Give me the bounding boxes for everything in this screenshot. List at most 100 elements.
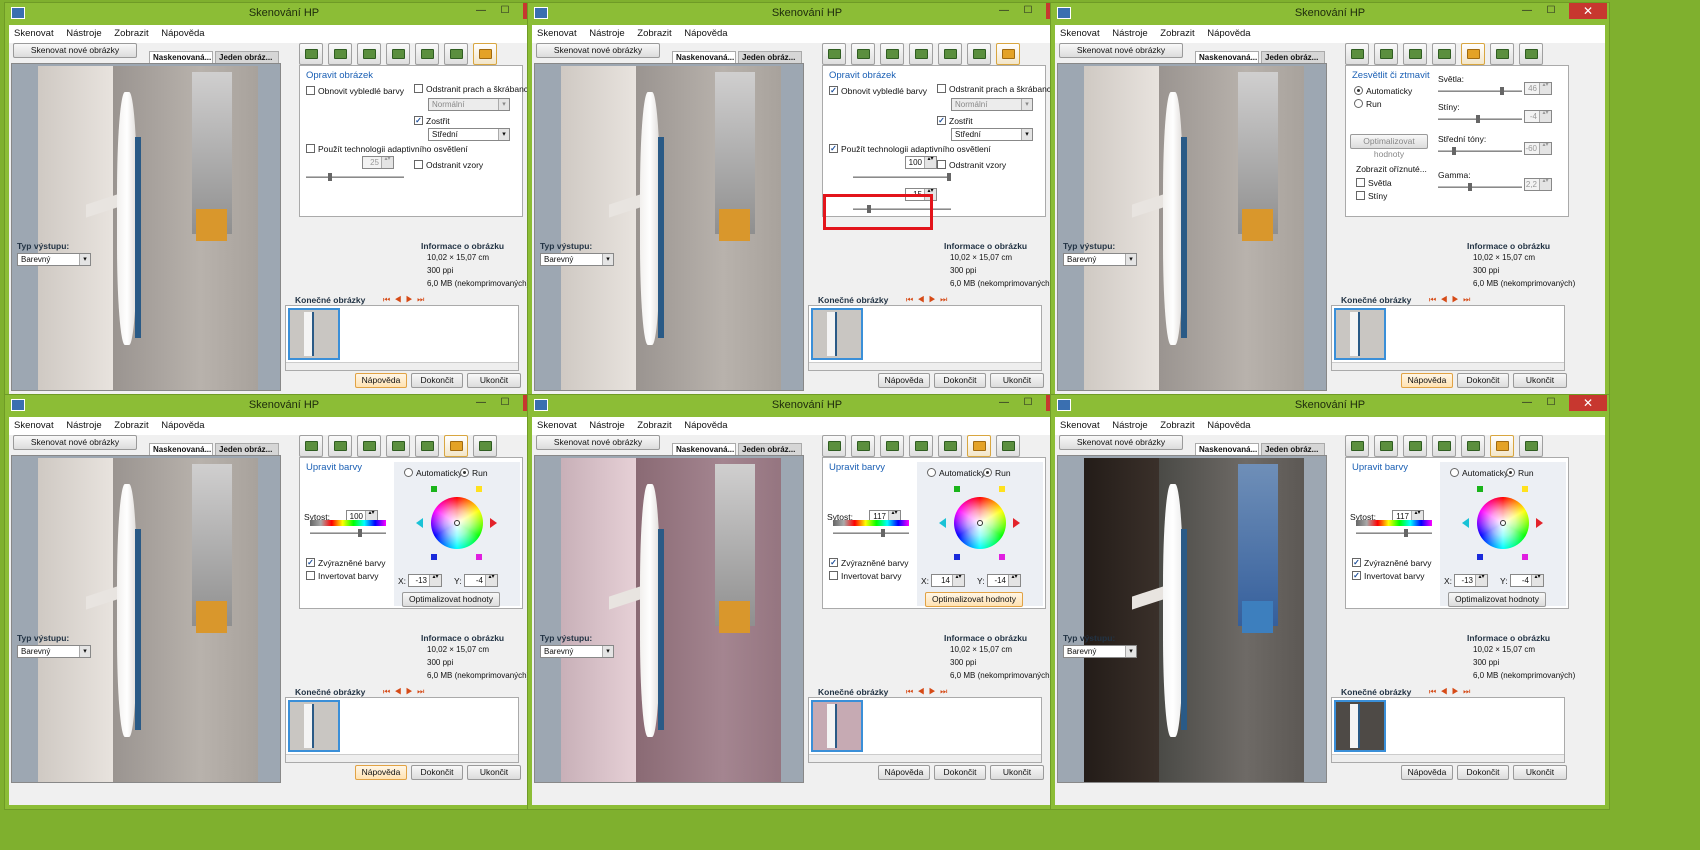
crop-icon[interactable] [1403,435,1427,457]
cyan-arrow-icon[interactable] [416,518,423,528]
scan-new-button[interactable]: Skenovat nové obrázky [536,43,660,58]
minimize-button[interactable]: — [1515,3,1539,19]
dust-checkbox[interactable] [414,84,423,93]
dust-level-select[interactable]: Normální [951,98,1033,111]
menu-help[interactable]: Nápověda [679,417,732,431]
scan-new-button[interactable]: Skenovat nové obrázky [13,43,137,58]
menu-view[interactable]: Zobrazit [109,25,153,39]
red-arrow-icon[interactable] [490,518,497,528]
thumb-nav-icons[interactable]: ⏮ ◀ ▶ ⏭ [1429,687,1471,697]
minimize-button[interactable]: — [992,395,1016,411]
red-arrow-icon[interactable] [1536,518,1543,528]
finish-button[interactable]: Dokončit [411,373,463,388]
fix-image-icon[interactable] [473,435,497,457]
menu-help[interactable]: Nápověda [1202,25,1255,39]
tab-single-image[interactable]: Jeden obráz... [215,51,279,63]
crop-select-icon[interactable] [328,435,352,457]
maximize-button[interactable]: ☐ [1539,395,1563,411]
menu-tools[interactable]: Nástroje [61,417,106,431]
scan-new-button[interactable]: Skenovat nové obrázky [536,435,660,450]
output-type-select[interactable]: Barevný [17,253,91,266]
tab-single-image[interactable]: Jeden obráz... [215,443,279,455]
dust-checkbox[interactable] [937,84,946,93]
thumbnail[interactable] [1334,700,1386,752]
exit-button[interactable]: Ukončit [467,765,521,780]
image-tool-icon[interactable] [822,435,846,457]
finish-button[interactable]: Dokončit [934,765,986,780]
thumbnail[interactable] [288,700,340,752]
thumbnail-scrollbar[interactable] [286,754,518,762]
menu-view[interactable]: Zobrazit [1155,417,1199,431]
vivid-colors-checkbox[interactable]: ✓ [1352,558,1361,567]
clip-highlights-checkbox[interactable] [1356,178,1365,187]
thumbnail-scrollbar[interactable] [1332,754,1564,762]
saturation-slider[interactable] [310,529,386,537]
auto-radio[interactable] [927,468,936,477]
output-type-select[interactable]: Barevný [540,645,614,658]
crop-icon[interactable] [357,43,381,65]
output-type-select[interactable]: Barevný [540,253,614,266]
adjust-colors-icon[interactable] [1490,43,1514,65]
menu-scan[interactable]: Skenovat [532,25,582,39]
invert-colors-checkbox[interactable] [306,571,315,580]
minimize-button[interactable]: — [1515,395,1539,411]
highlights-spinner[interactable]: 46 [1524,82,1552,95]
midtones-spinner[interactable]: -60 [1524,142,1552,155]
vivid-colors-checkbox[interactable]: ✓ [829,558,838,567]
sharpen-level-select[interactable]: Střední [428,128,510,141]
thumb-nav-icons[interactable]: ⏮ ◀ ▶ ⏭ [383,295,425,305]
output-type-select[interactable]: Barevný [17,645,91,658]
finish-button[interactable]: Dokončit [1457,765,1509,780]
menu-tools[interactable]: Nástroje [61,25,106,39]
dust-level-select[interactable]: Normální [428,98,510,111]
help-button[interactable]: Nápověda [1401,765,1453,780]
x-spinner[interactable]: -13 [1454,574,1488,587]
sharpen-checkbox[interactable]: ✓ [414,116,423,125]
maximize-button[interactable]: ☐ [1539,3,1563,19]
fix-image-icon[interactable] [473,43,497,65]
manual-radio[interactable] [983,468,992,477]
tab-single-image[interactable]: Jeden obráz... [1261,51,1325,63]
thumbnail-scrollbar[interactable] [809,754,1041,762]
finish-button[interactable]: Dokončit [1457,373,1509,388]
thumbnail-scrollbar[interactable] [1332,362,1564,370]
lighten-darken-icon[interactable] [415,435,439,457]
tab-single-image[interactable]: Jeden obráz... [1261,443,1325,455]
sharpen-level-select[interactable]: Střední [951,128,1033,141]
maximize-button[interactable]: ☐ [1016,3,1040,19]
menu-view[interactable]: Zobrazit [632,25,676,39]
adaptive-light-spinner[interactable]: 25 [362,156,394,169]
invert-colors-checkbox[interactable]: ✓ [1352,571,1361,580]
tab-scanned-images[interactable]: Naskenovaná... [149,443,213,455]
x-spinner[interactable]: 14 [931,574,965,587]
thumbnail-scrollbar[interactable] [286,362,518,370]
y-spinner[interactable]: -4 [1510,574,1544,587]
help-button[interactable]: Nápověda [1401,373,1453,388]
saturation-slider[interactable] [833,529,909,537]
exit-button[interactable]: Ukončit [467,373,521,388]
help-button[interactable]: Nápověda [878,765,930,780]
menu-view[interactable]: Zobrazit [109,417,153,431]
menu-help[interactable]: Nápověda [156,25,209,39]
menu-scan[interactable]: Skenovat [1055,417,1105,431]
restore-colors-checkbox[interactable]: ✓ [829,86,838,95]
output-type-select[interactable]: Barevný [1063,645,1137,658]
y-spinner[interactable]: -4 [464,574,498,587]
crop-icon[interactable] [1403,43,1427,65]
saturation-slider[interactable] [1356,529,1432,537]
tab-scanned-images[interactable]: Naskenovaná... [149,51,213,63]
menu-tools[interactable]: Nástroje [584,417,629,431]
exit-button[interactable]: Ukončit [990,373,1044,388]
optimize-button[interactable]: Optimalizovat hodnoty [402,592,500,607]
crop-icon[interactable] [357,435,381,457]
crop-icon[interactable] [880,43,904,65]
invert-colors-checkbox[interactable] [829,571,838,580]
scan-new-button[interactable]: Skenovat nové obrázky [1059,43,1183,58]
crop-icon[interactable] [880,435,904,457]
adjust-colors-icon[interactable] [967,435,991,457]
menu-tools[interactable]: Nástroje [1107,25,1152,39]
color-wheel[interactable] [939,482,1021,564]
adjust-colors-icon[interactable] [444,435,468,457]
image-tool-icon[interactable] [822,43,846,65]
menu-view[interactable]: Zobrazit [1155,25,1199,39]
